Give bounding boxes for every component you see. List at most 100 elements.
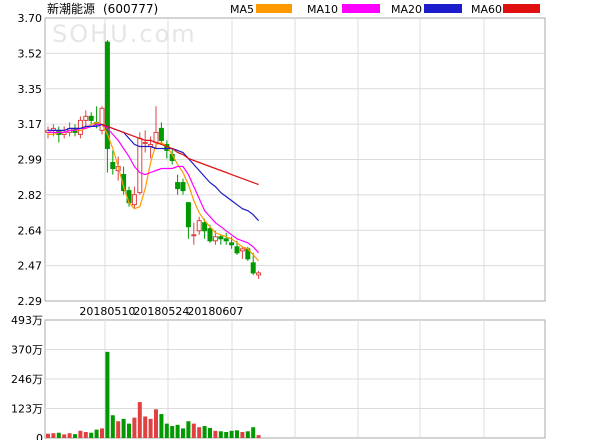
volume-axis-ticks: 493万 370万 246万 123万 0	[11, 314, 43, 440]
watermark: SOHU.com	[52, 20, 197, 48]
date-tick-label: 20180524	[133, 305, 189, 318]
candle-down	[185, 202, 191, 228]
candle-down	[110, 162, 116, 170]
volume-bar-up	[116, 421, 121, 438]
volume-bar-up	[197, 427, 202, 438]
price-tick-label: 3.35	[18, 83, 43, 96]
legend-ma60-swatch	[503, 4, 540, 13]
legend-ma20-swatch	[424, 4, 462, 13]
ma10-line	[48, 123, 260, 254]
volume-bar-up	[100, 428, 104, 438]
volume-bar-down	[164, 423, 169, 438]
volume-bar-up	[78, 430, 83, 438]
volume-bar-down	[245, 431, 250, 438]
price-tick-label: 3.52	[18, 47, 43, 60]
candle-down	[250, 262, 256, 274]
volume-bar-down	[208, 427, 212, 438]
candle-down	[234, 246, 240, 254]
volume-bar-down	[170, 426, 175, 438]
stock-chart: 新潮能源 (600777) MA5 MA10 MA20 MA60 SOHU.co…	[11, 1, 546, 440]
candle-down	[229, 242, 235, 246]
volume-bar-down	[127, 423, 131, 438]
volume-bar-down	[181, 428, 185, 438]
volume-tick-label: 0	[36, 432, 43, 440]
date-axis-ticks: 201805102018052420180607	[79, 305, 243, 318]
volume-bar-down	[121, 418, 126, 438]
legend-ma20-label: MA20	[391, 3, 422, 16]
volume-bar-down	[229, 430, 234, 438]
volume-bar-up	[83, 432, 88, 438]
candle-up	[131, 194, 137, 206]
price-axis-ticks: 3.70 3.52 3.35 3.17 2.99 2.82 2.64 2.47 2.29	[18, 12, 43, 308]
volume-bar-up	[62, 434, 67, 438]
volume-bar-up	[46, 433, 50, 438]
price-tick-label: 2.64	[18, 224, 43, 237]
volume-bar-down	[175, 424, 180, 438]
volume-bar-down	[251, 427, 256, 438]
candle-up	[83, 115, 89, 121]
volume-bar-down	[202, 426, 207, 438]
legend-ma5-label: MA5	[230, 3, 254, 16]
price-tick-label: 3.17	[18, 118, 43, 131]
legend-ma10-label: MA10	[307, 3, 338, 16]
candle-up	[212, 236, 218, 242]
candle-up	[142, 141, 148, 144]
volume-tick-label: 370万	[11, 344, 43, 357]
volume-bar-down	[73, 434, 77, 438]
legend-ma10-swatch	[342, 4, 380, 13]
candle-down	[218, 236, 224, 240]
legend: MA5 MA10 MA20 MA60	[230, 3, 540, 16]
candle-down	[202, 222, 208, 232]
volume-grid	[44, 319, 546, 439]
volume-bar-down	[56, 432, 61, 438]
stock-code: (600777)	[103, 2, 158, 16]
volume-bar-up	[256, 435, 261, 438]
candle-down	[207, 228, 213, 242]
volume-bar-up	[213, 430, 218, 438]
candle-up	[196, 220, 202, 232]
legend-ma60-label: MA60	[471, 3, 502, 16]
volume-bar-up	[132, 417, 137, 438]
volume-bar-up	[148, 418, 153, 438]
volume-bar-down	[159, 414, 164, 438]
volume-tick-label: 246万	[11, 373, 43, 386]
volume-tick-label: 123万	[11, 403, 43, 416]
legend-ma5-swatch	[256, 4, 292, 13]
volume-bar-up	[240, 432, 245, 438]
volume-tick-label: 493万	[11, 314, 43, 327]
volume-bar-down	[218, 431, 223, 438]
volume-bar-down	[105, 351, 110, 438]
volume-bar-down	[94, 429, 99, 438]
volume-bar-up	[191, 423, 196, 438]
candle-down	[158, 127, 164, 141]
volume-bar-down	[186, 421, 191, 438]
candle-up	[191, 234, 197, 237]
price-tick-label: 2.99	[18, 154, 43, 167]
volume-bar-up	[51, 433, 56, 438]
candle-down	[223, 238, 229, 242]
price-tick-label: 2.47	[18, 260, 43, 273]
header: 新潮能源 (600777) MA5 MA10 MA20 MA60	[47, 1, 540, 16]
candle-down	[88, 115, 94, 121]
candle-up	[153, 131, 159, 143]
volume-bar-down	[224, 432, 229, 438]
volume-bar-down	[89, 432, 94, 438]
volume-bars	[46, 351, 261, 438]
candle-down	[175, 182, 181, 190]
date-tick-label: 20180607	[187, 305, 243, 318]
price-tick-label: 2.82	[18, 189, 43, 202]
candle-down	[180, 182, 186, 192]
volume-bar-down	[235, 430, 239, 438]
price-tick-label: 2.29	[18, 295, 43, 308]
volume-bar-up	[154, 409, 158, 438]
volume-bar-up	[137, 402, 142, 438]
price-grid	[44, 17, 546, 302]
date-tick-label: 20180510	[79, 305, 135, 318]
price-tick-label: 3.70	[18, 12, 43, 25]
candle-up	[256, 272, 262, 276]
volume-bar-up	[67, 433, 72, 438]
volume-bar-down	[110, 415, 115, 438]
stock-name: 新潮能源	[47, 1, 95, 16]
volume-bar-up	[143, 416, 148, 438]
candle-up	[239, 248, 245, 252]
